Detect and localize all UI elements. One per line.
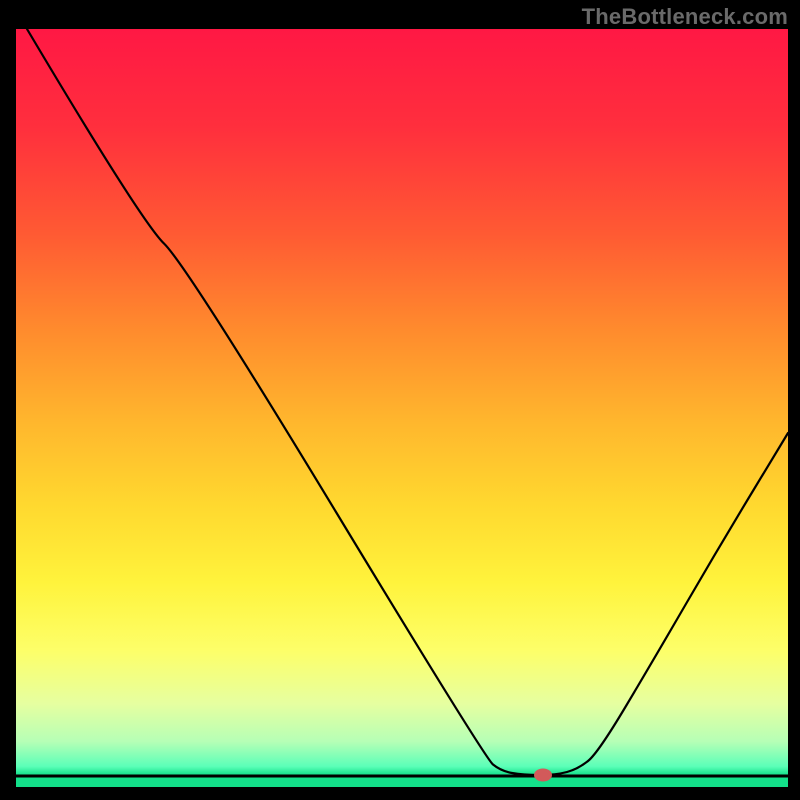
bottleneck-marker — [534, 769, 552, 782]
watermark-text: TheBottleneck.com — [582, 4, 788, 30]
chart-svg — [0, 0, 800, 800]
